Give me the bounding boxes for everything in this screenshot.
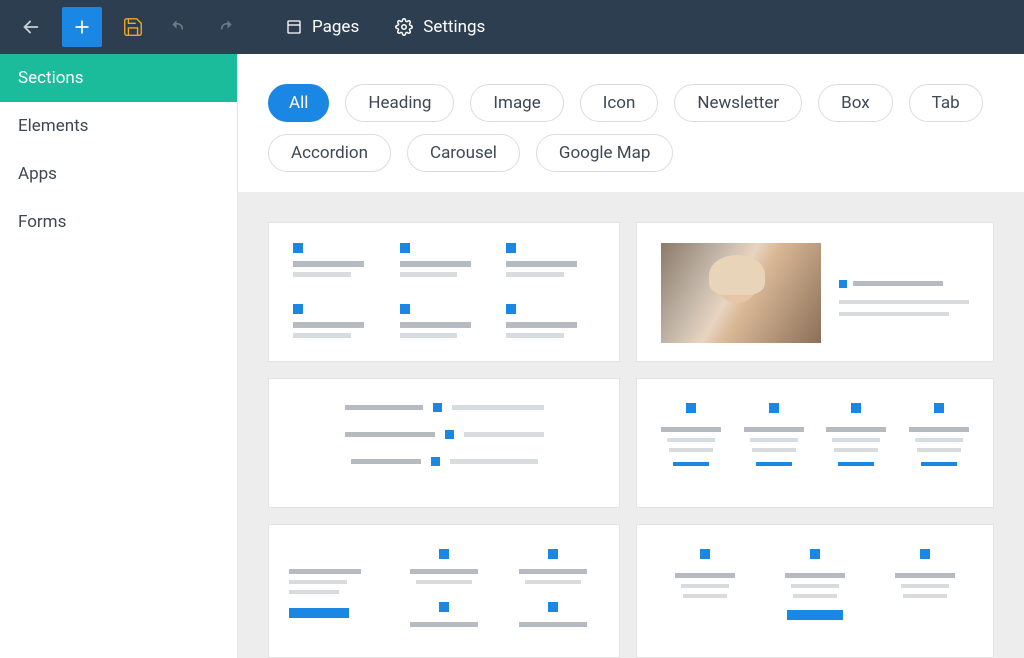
settings-link[interactable]: Settings	[377, 0, 503, 54]
sidebar-item-elements[interactable]: Elements	[0, 102, 237, 150]
back-button[interactable]	[8, 0, 54, 54]
save-button[interactable]	[110, 0, 156, 54]
filter-image[interactable]: Image	[470, 84, 563, 122]
undo-button[interactable]	[156, 0, 202, 54]
sidebar-item-label: Elements	[18, 116, 88, 136]
pages-link[interactable]: Pages	[268, 0, 377, 54]
placeholder-image	[661, 243, 821, 343]
settings-label: Settings	[423, 17, 485, 37]
section-template-icon-grid[interactable]	[268, 222, 620, 362]
filter-google-map[interactable]: Google Map	[536, 134, 674, 172]
settings-icon	[395, 18, 413, 36]
section-template-feature-list[interactable]	[268, 378, 620, 508]
redo-button[interactable]	[202, 0, 248, 54]
filter-tab[interactable]: Tab	[909, 84, 983, 122]
filter-heading[interactable]: Heading	[345, 84, 454, 122]
sidebar-item-sections[interactable]: Sections	[0, 54, 237, 102]
sidebar: Sections Elements Apps Forms	[0, 54, 238, 658]
section-template-image-text[interactable]	[636, 222, 994, 362]
sidebar-item-apps[interactable]: Apps	[0, 150, 237, 198]
filter-icon[interactable]: Icon	[580, 84, 659, 122]
section-template-three-columns-cta[interactable]	[268, 524, 620, 658]
filter-all[interactable]: All	[268, 84, 329, 122]
main-panel: All Heading Image Icon Newsletter Box Ta…	[238, 54, 1024, 658]
section-template-three-columns[interactable]	[636, 524, 994, 658]
filter-carousel[interactable]: Carousel	[407, 134, 520, 172]
sidebar-item-forms[interactable]: Forms	[0, 198, 237, 246]
filter-box[interactable]: Box	[818, 84, 893, 122]
sidebar-item-label: Sections	[18, 68, 84, 88]
template-grid[interactable]	[238, 192, 1024, 658]
section-template-four-columns[interactable]	[636, 378, 994, 508]
add-button[interactable]	[62, 7, 102, 47]
sidebar-item-label: Forms	[18, 212, 66, 232]
pages-icon	[286, 19, 302, 35]
pages-label: Pages	[312, 17, 359, 37]
filter-bar: All Heading Image Icon Newsletter Box Ta…	[238, 54, 1024, 192]
filter-newsletter[interactable]: Newsletter	[674, 84, 802, 122]
filter-accordion[interactable]: Accordion	[268, 134, 391, 172]
sidebar-item-label: Apps	[18, 164, 57, 184]
topbar: Pages Settings	[0, 0, 1024, 54]
